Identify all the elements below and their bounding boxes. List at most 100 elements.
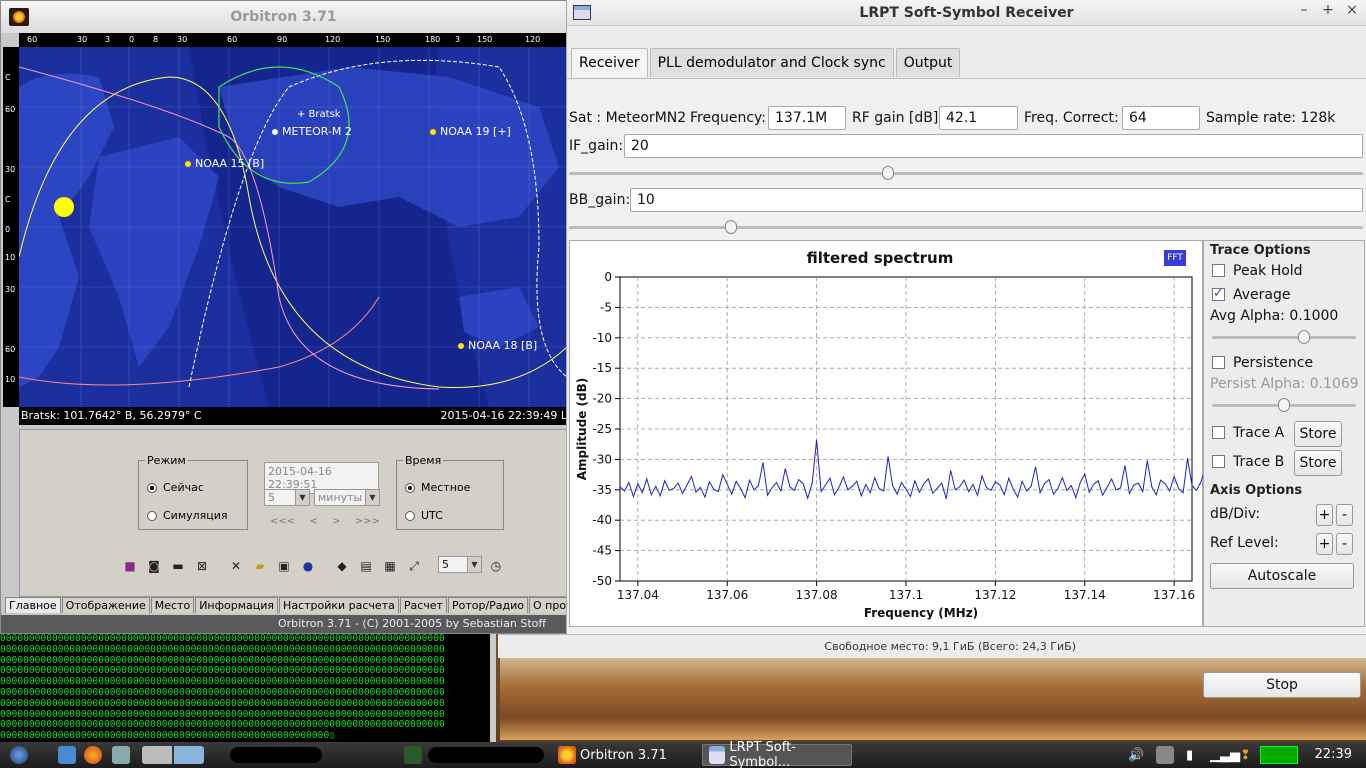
persist-alpha-slider[interactable] [1212,397,1356,413]
start-menu-button[interactable] [10,745,32,765]
frequency-input[interactable]: 137.1M [768,106,846,130]
clock-icon[interactable]: ◷ [486,556,506,576]
bb-gain-slider[interactable] [569,219,1363,235]
average-checkbox[interactable]: Average [1212,286,1291,303]
forward-fast-button[interactable]: >>> [355,516,380,527]
lon-tick: 90 [277,35,288,44]
launcher-firefox[interactable] [84,745,106,765]
tab-output[interactable]: Output [895,48,961,77]
if-gain-slider[interactable] [569,165,1363,181]
avg-alpha-slider[interactable] [1212,329,1356,345]
spectrum-plot[interactable]: filtered spectrum FFT 0 -5 -10 -15 -20 -25 -30… [569,240,1204,627]
battery-icon: ▮ [1186,747,1194,763]
freq-correct-input[interactable]: 64 [1122,106,1200,130]
volume-icon: 🔊 [1128,747,1145,763]
clock[interactable]: 22:39 [1315,747,1352,762]
autoscale-button[interactable]: Autoscale [1210,563,1354,589]
save-icon[interactable]: ▣ [274,556,294,576]
minimize-icon[interactable]: ▬ [168,556,188,576]
stop-button[interactable]: Stop [1203,672,1361,698]
tab-pll[interactable]: PLL demodulator and Clock sync [649,48,894,77]
sat-noaa18[interactable]: NOAA 18 [B] [458,339,537,352]
store-trace-a-button[interactable]: Store [1294,421,1342,447]
slider-handle[interactable] [1297,330,1310,344]
store-trace-b-button[interactable]: Store [1294,450,1342,476]
peak-hold-checkbox[interactable]: Peak Hold [1212,263,1303,279]
step-unit-select[interactable]: минуты ▼ [314,489,380,506]
trace-b-checkbox[interactable]: Trace B [1212,454,1284,470]
rf-gain-input[interactable]: 42.1 [939,106,1018,130]
task-lrpt[interactable]: LRPT Soft-Symbol... [702,740,852,768]
if-gain-input[interactable]: 20 [624,134,1363,158]
trace-options-heading: Trace Options [1210,243,1311,258]
book-icon[interactable]: ■ [120,556,140,576]
db-div-label: dB/Div: [1210,506,1261,522]
mode-simulation-radio[interactable]: Симуляция [147,509,228,522]
time-utc-radio[interactable]: UTC [405,509,443,522]
fullscreen-icon[interactable]: ⤢ [404,556,424,576]
grid-icon[interactable]: ▦ [380,556,400,576]
tab-display[interactable]: Отображение [61,597,150,613]
trace-a-checkbox[interactable]: Trace A [1212,425,1284,441]
slider-handle[interactable] [725,220,738,234]
close-button[interactable]: × [1344,2,1360,18]
db-div-plus-button[interactable]: + [1316,504,1333,526]
ref-level-minus-button[interactable]: - [1336,533,1353,555]
sat-dot-icon [185,161,191,167]
prediction-count-select[interactable]: 5 ▼ [438,556,482,573]
terminal-window[interactable]: 0000000000000000000000000000000000000000… [0,634,496,742]
ref-level-plus-button[interactable]: + [1316,533,1333,555]
tab-receiver[interactable]: Receiver [571,48,648,77]
lon-tick: 8 [153,35,159,44]
slider-handle[interactable] [881,166,894,180]
orbitron-titlebar[interactable]: Orbitron 3.71 [1,1,566,33]
sat-meteor-m2[interactable]: METEOR-M 2 [272,125,352,138]
lrpt-titlebar[interactable]: LRPT Soft-Symbol Receiver – + × [567,0,1366,26]
mode-now-radio[interactable]: Сейчас [147,481,204,494]
updates-tray[interactable]: ❢ [1240,745,1251,765]
tab-rotor-radio[interactable]: Ротор/Радио [447,597,529,613]
launcher-terminal[interactable] [404,745,426,765]
db-div-minus-button[interactable]: - [1336,504,1353,526]
tab-calc[interactable]: Расчет [399,597,447,613]
tab-location[interactable]: Место [150,597,195,613]
camera-icon[interactable]: ◙ [144,556,164,576]
forward-button[interactable]: > [332,516,340,527]
tab-info[interactable]: Информация [195,597,279,613]
network-tray[interactable]: ▁▃▅ [1210,745,1240,765]
list-icon[interactable]: ▤ [356,556,376,576]
persistence-checkbox[interactable]: Persistence [1212,355,1313,371]
keyboard-layout-tray[interactable] [1156,745,1178,765]
open-folder-icon[interactable]: ▰ [250,556,270,576]
maximize-button[interactable]: + [1320,2,1336,18]
tab-calc-settings[interactable]: Настройки расчета [279,597,399,613]
sat-noaa15[interactable]: NOAA 15 [B] [185,157,264,170]
checkbox-icon [1212,455,1225,468]
launcher-calculator[interactable] [112,745,134,765]
satellite-icon[interactable]: ◆ [332,556,352,576]
sat-noaa19[interactable]: NOAA 19 [+] [430,125,511,138]
time-local-radio[interactable]: Местное [405,481,470,494]
rewind-fast-button[interactable]: <<< [270,516,295,527]
slider-handle[interactable] [1278,398,1290,412]
tools-icon[interactable]: ✕ [226,556,246,576]
radio-label: Симуляция [163,509,228,522]
minimize-button[interactable]: – [1296,2,1312,18]
world-map[interactable]: NOAA 15 [B] METEOR-M 2 NOAA 19 [+] NOAA … [19,47,567,407]
checkbox-label: Persistence [1233,355,1314,371]
orbitron-tabs: Главное Отображение Место Информация Нас… [5,597,614,613]
battery-tray[interactable]: ▮ [1186,745,1193,765]
close-map-icon[interactable]: ⊠ [192,556,212,576]
tab-main[interactable]: Главное [5,597,61,613]
step-value-select[interactable]: 5 ▼ [264,489,310,506]
rewind-button[interactable]: < [309,516,317,527]
lon-tick: 60 [27,35,38,44]
select-value: минуты [318,491,363,504]
bb-gain-input[interactable]: 10 [630,188,1363,212]
volume-tray[interactable]: 🔊 [1128,745,1144,765]
info-icon[interactable]: ● [298,556,318,576]
orbitron-control-panel: Режим Сейчас Симуляция 2015-04-16 22:39:… [19,429,567,597]
launcher-files[interactable] [58,745,80,765]
workspace-switcher[interactable] [142,745,208,765]
task-orbitron[interactable]: Orbitron 3.71 [552,744,673,766]
